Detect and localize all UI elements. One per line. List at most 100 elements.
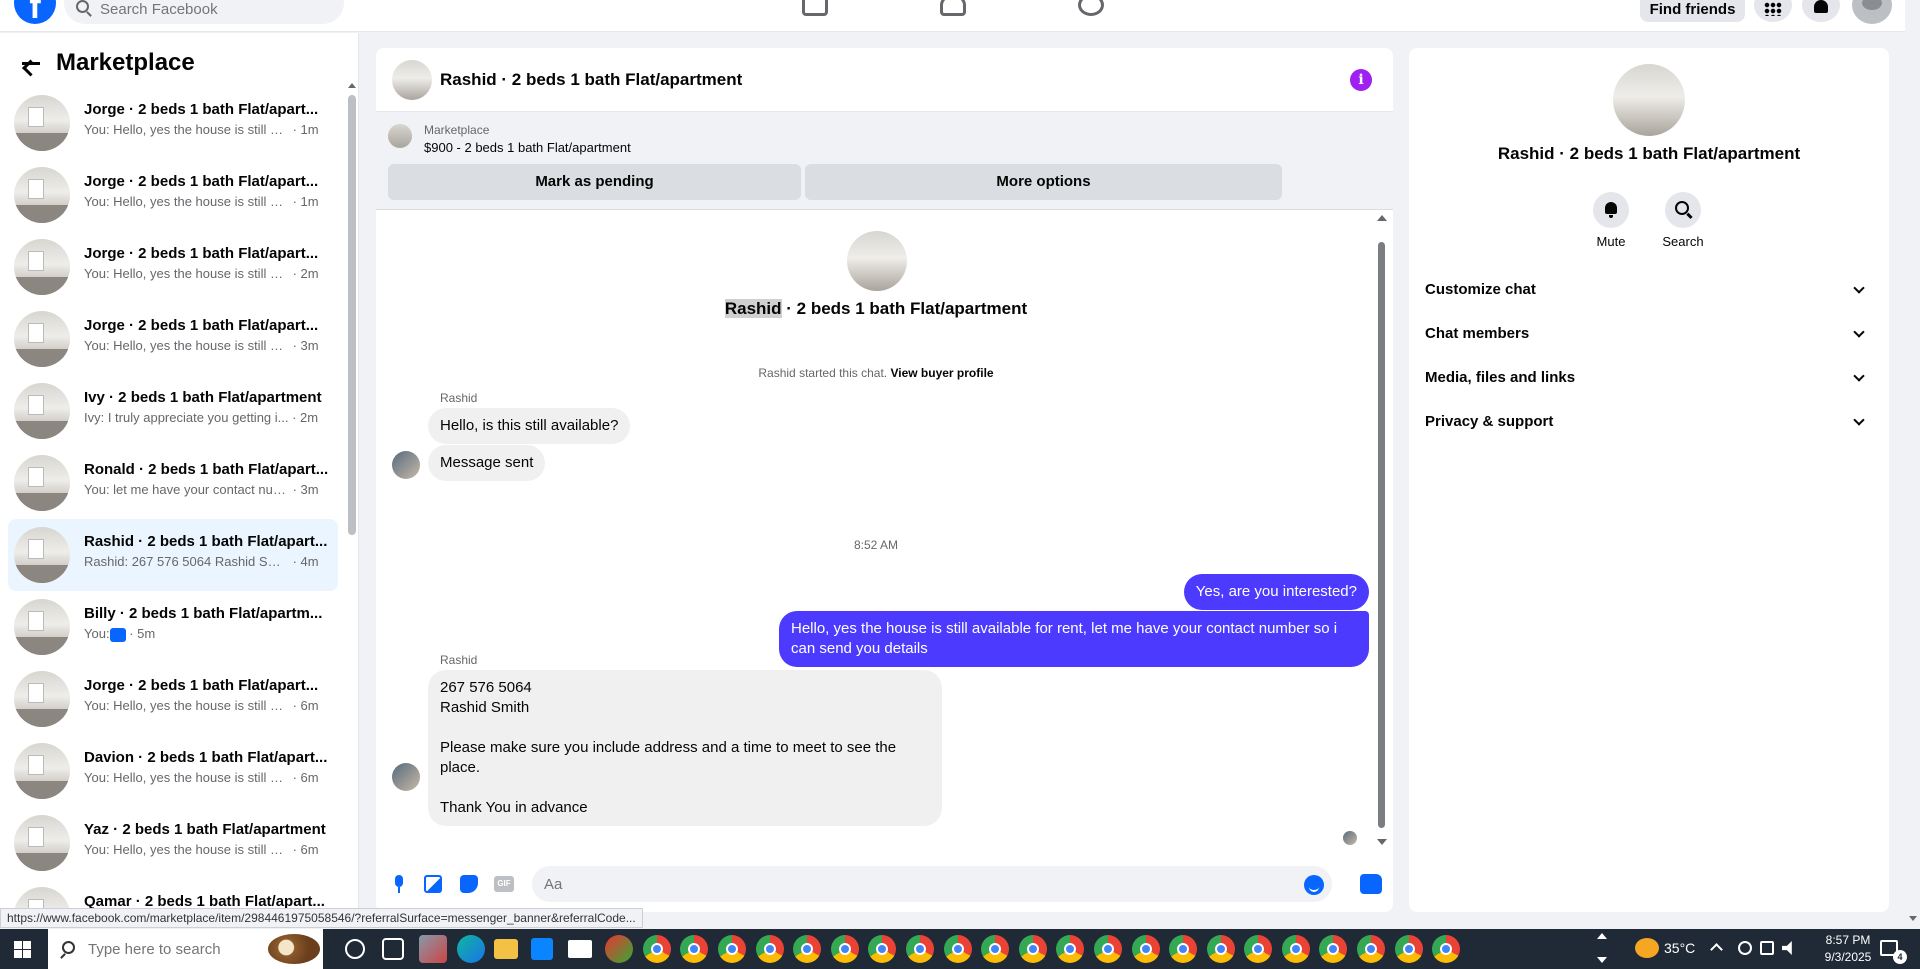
chrome-icon[interactable] [868,935,897,963]
conversation-item[interactable]: Qamar · 2 beds 1 bath Flat/apart... [8,879,338,909]
taskbar-clock[interactable]: 8:57 PM 9/3/2025 [1808,932,1888,966]
conversation-item[interactable]: Jorge · 2 beds 1 bath Flat/apart... You: … [8,303,338,375]
conversation-item[interactable]: Jorge · 2 beds 1 bath Flat/apart... You: … [8,231,338,303]
facebook-logo-icon[interactable]: f [14,0,56,24]
more-options-button[interactable]: More options [805,164,1282,200]
conversation-item[interactable]: Jorge · 2 beds 1 bath Flat/apart... You: … [8,159,338,231]
attach-photo-icon[interactable] [424,875,442,893]
message-input[interactable] [532,866,1332,902]
notifications-button[interactable] [1802,0,1840,22]
scroll-up-arrow[interactable] [1377,215,1387,221]
menu-button[interactable] [1754,0,1792,22]
chrome-icon[interactable] [1244,935,1273,963]
outgoing-message[interactable]: Yes, are you interested? [1183,574,1369,610]
search-circle[interactable] [1665,192,1701,228]
chrome-icon[interactable] [1169,935,1198,963]
chrome-icon[interactable] [1319,935,1348,963]
chrome-profile-icon[interactable] [605,935,634,963]
mute-button[interactable]: Mute [1581,192,1641,249]
mute-circle[interactable] [1593,192,1629,228]
search-highlight-coconut-icon[interactable] [268,934,320,964]
display-icon[interactable] [1760,941,1774,955]
page-scroll-down-arrow[interactable] [1909,916,1917,921]
conversation-item[interactable]: Yaz · 2 beds 1 bath Flat/apartment You: H… [8,807,338,879]
privacy-support-section[interactable]: Privacy & support [1425,404,1873,440]
windows-start-icon[interactable] [14,941,31,958]
chat-listing-thumbnail[interactable] [392,60,432,100]
mail-icon[interactable] [568,940,593,958]
search-in-conversation-button[interactable]: Search [1653,192,1713,249]
groups-icon[interactable] [1078,0,1104,16]
file-explorer-icon[interactable] [494,939,519,959]
conversation-item[interactable]: Jorge · 2 beds 1 bath Flat/apart... You: … [8,87,338,159]
thread-scrollbar[interactable] [1378,242,1385,828]
emoji-icon[interactable] [1304,875,1324,895]
friends-icon[interactable] [940,0,966,16]
incoming-message[interactable]: Hello, is this still available? [428,408,631,444]
taskbar-scroll-up-arrow[interactable] [1597,933,1607,939]
chrome-icon[interactable] [943,935,972,963]
chrome-icon[interactable] [981,935,1010,963]
snipping-tool-icon[interactable] [419,935,447,963]
outgoing-message[interactable]: Hello, yes the house is still available … [779,611,1369,667]
home-icon[interactable] [802,0,828,16]
scroll-down-arrow[interactable] [1377,839,1387,845]
chrome-icon[interactable] [1056,935,1085,963]
chrome-icon[interactable] [1206,935,1235,963]
customize-chat-section[interactable]: Customize chat [1425,272,1873,308]
chrome-icon[interactable] [1093,935,1122,963]
chrome-icon[interactable] [680,935,709,963]
task-view-icon[interactable] [382,938,404,960]
listing-thumbnail[interactable] [388,124,412,148]
sticker-icon[interactable] [460,875,478,893]
chrome-icon[interactable] [1357,935,1386,963]
microsoft-store-icon[interactable] [531,938,554,960]
details-listing-thumbnail[interactable] [1613,64,1685,136]
chrome-icon[interactable] [642,935,671,963]
weather-temperature[interactable]: 35°C [1664,940,1695,956]
incoming-message[interactable]: 267 576 5064 Rashid Smith Please make su… [428,670,942,826]
sender-avatar[interactable] [392,451,420,479]
chrome-icon[interactable] [793,935,822,963]
conversation-item[interactable]: Davion · 2 beds 1 bath Flat/apart... You:… [8,735,338,807]
conversation-item[interactable]: Jorge · 2 beds 1 bath Flat/apart... You: … [8,663,338,735]
network-icon[interactable] [1738,941,1752,955]
chrome-icon[interactable] [830,935,859,963]
chrome-icon[interactable] [755,935,784,963]
conversation-item[interactable]: Ivy · 2 beds 1 bath Flat/apartment Ivy: I… [8,375,338,447]
volume-icon[interactable] [1782,941,1792,955]
view-buyer-profile-link[interactable]: View buyer profile [890,366,993,380]
gif-icon[interactable]: GIF [494,876,514,892]
facebook-search-input[interactable] [100,0,330,18]
chrome-icon[interactable] [1131,935,1160,963]
facebook-search-box[interactable] [64,0,344,24]
scroll-up-arrow[interactable] [348,83,356,88]
conversation-item[interactable]: Rashid · 2 beds 1 bath Flat/apart... Rash… [8,519,338,591]
incoming-message[interactable]: Message sent [428,445,546,481]
chrome-icon[interactable] [1018,935,1047,963]
media-files-links-section[interactable]: Media, files and links [1425,360,1873,396]
chrome-icon[interactable] [717,935,746,963]
chrome-icon[interactable] [1394,935,1423,963]
find-friends-button[interactable]: Find friends [1640,0,1745,22]
show-hidden-icons-chevron-icon[interactable] [1710,943,1723,956]
chat-title[interactable]: Rashid · 2 beds 1 bath Flat/apartment [440,70,742,90]
thumbs-up-icon[interactable] [1360,874,1382,894]
listing-link[interactable]: $900 - 2 beds 1 bath Flat/apartment [424,140,631,155]
chat-members-section[interactable]: Chat members [1425,316,1873,352]
mark-as-pending-button[interactable]: Mark as pending [388,164,801,200]
taskbar-search-input[interactable] [88,940,258,958]
sender-avatar[interactable] [392,763,420,791]
conversation-item[interactable]: Billy · 2 beds 1 bath Flat/apartm... You:… [8,591,338,663]
conversation-item[interactable]: Ronald · 2 beds 1 bath Flat/apart... You:… [8,447,338,519]
chrome-icon[interactable] [1281,935,1310,963]
profile-avatar[interactable] [1852,0,1892,24]
conversation-info-icon[interactable]: i [1350,69,1372,91]
microphone-icon[interactable] [390,875,408,893]
sidebar-scrollbar[interactable] [348,95,356,535]
cortana-icon[interactable] [345,939,365,959]
chrome-icon[interactable] [905,935,934,963]
edge-browser-icon[interactable] [456,935,485,963]
back-arrow-icon[interactable] [16,48,46,78]
chrome-icon[interactable] [1432,935,1461,963]
